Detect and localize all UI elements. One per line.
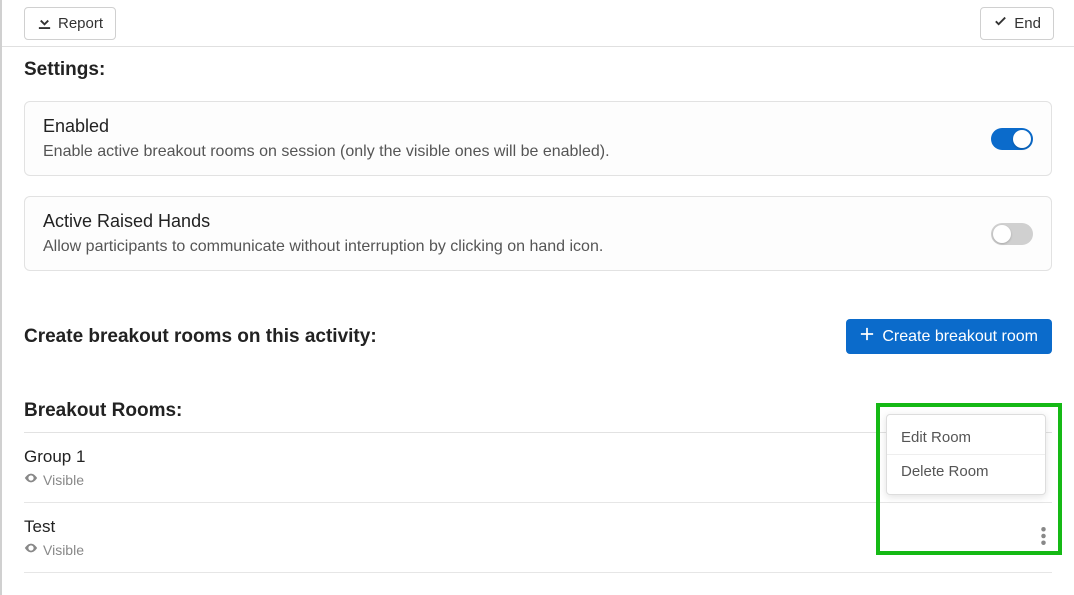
setting-raised-hands: Active Raised Hands Allow participants t… — [24, 196, 1052, 271]
eye-icon — [24, 471, 38, 488]
toolbar: Report End — [2, 0, 1074, 47]
setting-title: Enabled — [43, 116, 610, 137]
create-button-label: Create breakout room — [882, 328, 1038, 346]
delete-room-item[interactable]: Delete Room — [887, 454, 1045, 488]
raised-hands-toggle[interactable] — [991, 223, 1033, 245]
room-visibility: Visible — [24, 471, 84, 488]
report-label: Report — [58, 15, 103, 32]
setting-desc: Enable active breakout rooms on session … — [43, 143, 610, 161]
room-row: Test Visible — [24, 503, 1052, 573]
settings-heading: Settings: — [24, 59, 1052, 81]
setting-enabled: Enabled Enable active breakout rooms on … — [24, 101, 1052, 176]
eye-icon — [24, 541, 38, 558]
report-button[interactable]: Report — [24, 7, 116, 40]
room-visibility: Visible — [24, 541, 84, 558]
edit-room-item[interactable]: Edit Room — [887, 421, 1045, 454]
enabled-toggle[interactable] — [991, 128, 1033, 150]
setting-desc: Allow participants to communicate withou… — [43, 238, 603, 256]
check-icon — [993, 14, 1008, 33]
room-actions-button[interactable] — [1035, 521, 1052, 556]
room-actions-menu: Edit Room Delete Room — [886, 414, 1046, 495]
room-name: Test — [24, 517, 84, 537]
create-row: Create breakout rooms on this activity: … — [24, 319, 1052, 354]
create-heading: Create breakout rooms on this activity: — [24, 326, 377, 348]
create-breakout-room-button[interactable]: Create breakout room — [846, 319, 1052, 354]
download-icon — [37, 14, 52, 33]
setting-title: Active Raised Hands — [43, 211, 603, 232]
room-name: Group 1 — [24, 447, 85, 467]
plus-icon — [860, 327, 874, 346]
end-button[interactable]: End — [980, 7, 1054, 40]
end-label: End — [1014, 15, 1041, 32]
